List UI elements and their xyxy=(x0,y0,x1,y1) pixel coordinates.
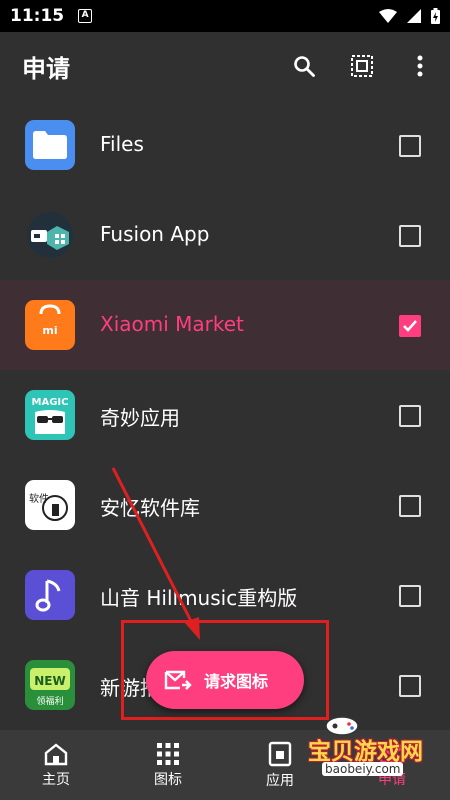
files-app-icon xyxy=(25,120,75,170)
checkmark-icon xyxy=(403,320,417,332)
list-item[interactable]: Files xyxy=(0,100,450,190)
home-icon xyxy=(44,742,68,765)
app-checkbox[interactable] xyxy=(399,495,421,517)
list-item[interactable]: 山音 Hillmusic重构版 xyxy=(0,550,450,640)
list-item[interactable]: mi Xiaomi Market xyxy=(0,280,450,370)
mail-send-icon xyxy=(164,670,192,690)
app-checkbox[interactable] xyxy=(399,585,421,607)
nav-label: 图标 xyxy=(154,771,182,788)
nav-request[interactable]: 申请 xyxy=(336,730,448,800)
xinyoutui-app-icon: NEW 领福利 xyxy=(25,660,75,710)
status-time: 11:15 xyxy=(10,6,65,26)
grid-icon xyxy=(157,742,179,765)
wifi-icon xyxy=(379,9,397,23)
notification-icon: A xyxy=(78,9,93,23)
fab-label: 请求图标 xyxy=(204,672,269,691)
app-checkbox[interactable] xyxy=(399,675,421,697)
svg-text:mi: mi xyxy=(42,324,57,337)
app-checkbox[interactable] xyxy=(399,405,421,427)
status-bar: 11:15 A xyxy=(0,0,450,32)
nav-home[interactable]: 主页 xyxy=(0,730,112,800)
app-checkbox[interactable] xyxy=(399,315,421,337)
fusion-app-icon xyxy=(25,210,75,260)
app-label: 奇妙应用 xyxy=(100,406,180,430)
app-label: 安忆软件库 xyxy=(100,496,200,520)
new-icon-subtext: 领福利 xyxy=(36,695,63,707)
search-icon xyxy=(294,56,315,77)
select-all-button[interactable] xyxy=(346,50,378,82)
hillmusic-app-icon xyxy=(25,570,75,620)
bottom-nav: 主页 图标 应用 申请 xyxy=(0,730,450,800)
nav-label: 主页 xyxy=(42,771,70,788)
nav-apps[interactable]: 应用 xyxy=(224,730,336,800)
magic-icon-text: MAGIC xyxy=(32,397,69,408)
app-checkbox[interactable] xyxy=(399,135,421,157)
signal-icon xyxy=(407,9,421,23)
nav-label: 申请 xyxy=(378,771,406,788)
battery-icon xyxy=(431,8,440,24)
app-label: Fusion App xyxy=(100,222,210,246)
app-label: Xiaomi Market xyxy=(100,312,244,336)
more-vert-icon xyxy=(417,55,423,77)
app-label: 山音 Hillmusic重构版 xyxy=(100,586,298,610)
list-item[interactable]: MAGIC 奇妙应用 xyxy=(0,370,450,460)
nav-icons[interactable]: 图标 xyxy=(112,730,224,800)
new-icon-text: NEW xyxy=(34,674,65,688)
magic-app-icon: MAGIC xyxy=(25,390,75,440)
app-bar: 申请 xyxy=(0,32,450,100)
request-icon xyxy=(379,744,405,763)
more-options-button[interactable] xyxy=(404,50,436,82)
apps-icon xyxy=(268,741,292,766)
app-list: Files Fusion App mi Xiaomi Market MAGIC … xyxy=(0,100,450,730)
nav-label: 应用 xyxy=(266,772,294,789)
request-icon-fab[interactable]: 请求图标 xyxy=(146,651,304,709)
list-item[interactable]: Fusion App xyxy=(0,190,450,280)
app-checkbox[interactable] xyxy=(399,225,421,247)
app-label: Files xyxy=(100,132,144,156)
anyi-icon-text: 软件 xyxy=(29,492,49,505)
select-all-icon xyxy=(351,55,373,77)
search-button[interactable] xyxy=(288,50,320,82)
anyi-app-icon: 软件 xyxy=(25,480,75,530)
list-item[interactable]: 软件 安忆软件库 xyxy=(0,460,450,550)
xiaomi-market-icon: mi xyxy=(25,300,75,350)
page-title: 申请 xyxy=(22,54,70,83)
